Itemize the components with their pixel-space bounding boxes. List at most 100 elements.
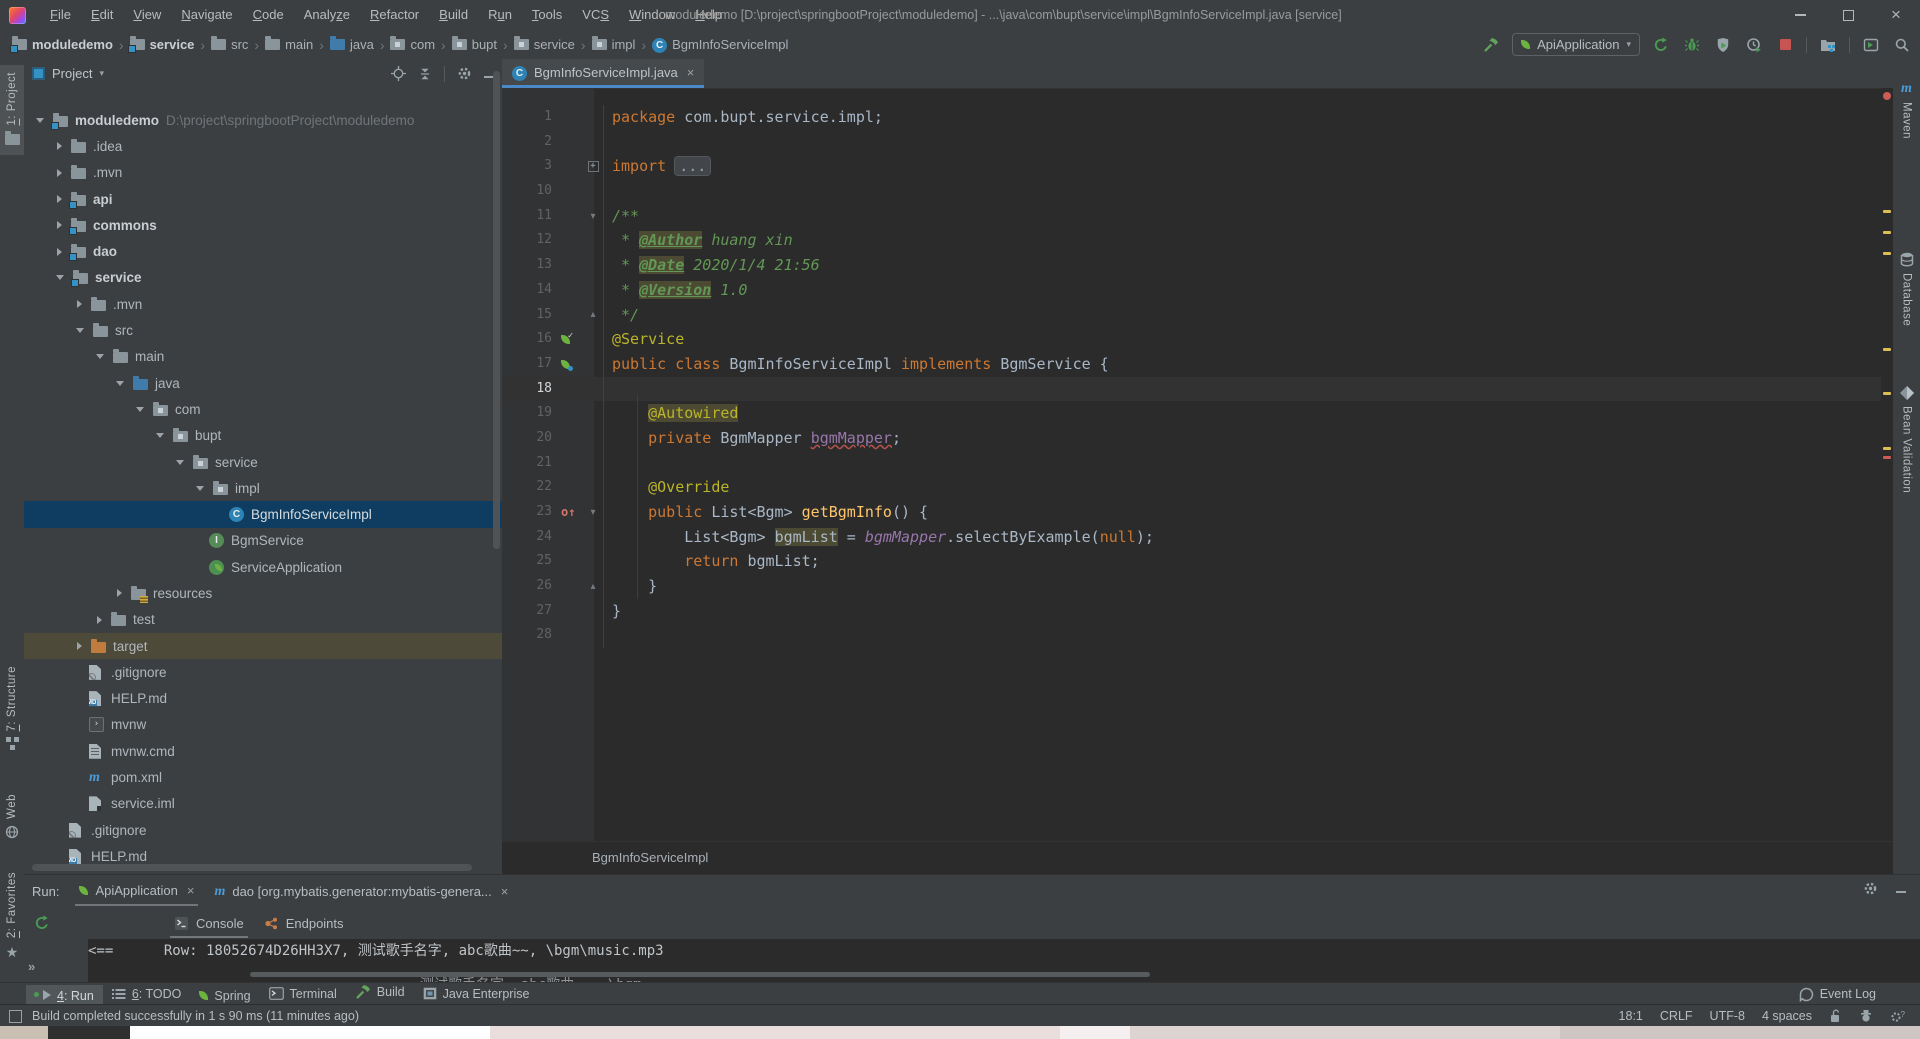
editor-breadcrumb[interactable]: BgmInfoServiceImpl [502, 841, 1893, 874]
gutter-line-19[interactable]: 19 [502, 401, 561, 426]
toolwindow-tab-build[interactable]: Build [346, 981, 414, 1003]
stripe-tab-favorites[interactable]: 2: Favorites ★ [0, 865, 24, 968]
project-panel-title[interactable]: Project [52, 66, 92, 81]
gutter-line-15[interactable]: 15 [502, 303, 561, 328]
code-line-21[interactable]: 21 [502, 450, 1881, 476]
expand-toggle[interactable] [57, 168, 62, 177]
run-anything-button[interactable] [1861, 34, 1881, 56]
inspection-mark[interactable] [1883, 447, 1891, 450]
stripe-tab-bean-validation[interactable]: Bean Validation [1893, 379, 1920, 500]
gutter-line-16[interactable]: 16 [502, 327, 561, 352]
gutter-line-23[interactable]: 23 [502, 500, 561, 525]
tree-item-.gitignore[interactable]: .gitignore [24, 659, 502, 685]
event-log-button[interactable]: Event Log [1799, 987, 1876, 1002]
inspection-mark[interactable] [1883, 348, 1891, 351]
expand-toggle[interactable] [57, 195, 62, 204]
maximize-button[interactable] [1824, 0, 1872, 30]
gutter-line-10[interactable]: 10 [502, 179, 561, 204]
expand-toggle[interactable] [57, 247, 62, 256]
tree-item-java[interactable]: java [24, 370, 502, 396]
search-everywhere-button[interactable] [1892, 34, 1912, 56]
tree-item-HELP.md[interactable]: HELP.md [24, 686, 502, 712]
expand-toggle[interactable] [97, 615, 102, 624]
tree-item-.gitignore[interactable]: .gitignore [24, 817, 502, 843]
breadcrumb-main[interactable]: main [263, 35, 315, 53]
tree-item-mvnw[interactable]: › mvnw [24, 712, 502, 738]
inspection-mark[interactable] [1883, 231, 1891, 234]
collapse-toggle[interactable] [156, 433, 164, 439]
fold-marker[interactable]: ▾ [583, 500, 604, 525]
code-line-20[interactable]: 20 private BgmMapper bgmMapper; [502, 425, 1881, 451]
close-button[interactable]: × [1872, 0, 1920, 30]
gutter-line-20[interactable]: 20 [502, 426, 561, 451]
tree-item-src[interactable]: src [24, 317, 502, 343]
code-line-11[interactable]: 11 ▾/** [502, 203, 1881, 229]
code-line-24[interactable]: 24 List<Bgm> bgmList = bgmMapper.selectB… [502, 524, 1881, 550]
debug-button[interactable] [1682, 34, 1702, 56]
tree-item-main[interactable]: main [24, 344, 502, 370]
tree-item-api[interactable]: api [24, 186, 502, 212]
expand-toggle[interactable] [57, 221, 62, 230]
breadcrumb-BgmInfoServiceImpl[interactable]: C BgmInfoServiceImpl [650, 36, 790, 53]
breadcrumb-service[interactable]: service [512, 35, 577, 53]
stripe-tab-project[interactable]: 1: Project [0, 65, 24, 155]
tree-item-service.iml[interactable]: service.iml [24, 791, 502, 817]
menu-build[interactable]: Build [429, 0, 478, 30]
build-hammer-button[interactable] [1481, 34, 1501, 56]
project-horizontal-scrollbar[interactable] [32, 864, 472, 871]
fold-marker[interactable]: ▴ [583, 574, 604, 599]
toolwindow-tab-terminal[interactable]: Terminal [260, 983, 346, 1005]
collapse-all-button[interactable] [418, 67, 432, 81]
stripe-tab-maven[interactable]: m Maven [1893, 75, 1920, 146]
inspection-mark[interactable] [1883, 252, 1891, 255]
tree-item-.idea[interactable]: .idea [24, 133, 502, 159]
toolwindow-toggle-icon[interactable] [9, 1009, 22, 1023]
menu-tools[interactable]: Tools [522, 0, 572, 30]
file-encoding[interactable]: UTF-8 [1710, 1009, 1745, 1023]
code-line-26[interactable]: 26 ▴ } [502, 574, 1881, 599]
code-line-17[interactable]: 17 public class BgmInfoServiceImpl implem… [502, 351, 1881, 377]
tree-item-service[interactable]: service [24, 265, 502, 291]
expand-toggle[interactable] [117, 589, 122, 598]
code-line-3[interactable]: 3 + import ... [502, 154, 1881, 180]
collapse-toggle[interactable] [96, 354, 104, 360]
code-line-10[interactable]: 10 [502, 179, 1881, 204]
run-tab-ApiApplication[interactable]: ApiApplication × [69, 875, 204, 907]
code-line-19[interactable]: 19 @Autowired [502, 401, 1881, 426]
menu-file[interactable]: File [40, 0, 81, 30]
editor-tab-bgminfoserviceimpl[interactable]: C BgmInfoServiceImpl.java × [502, 59, 705, 88]
gutter-line-12[interactable]: 12 [502, 228, 561, 253]
menu-code[interactable]: Code [243, 0, 294, 30]
project-vertical-scrollbar[interactable] [493, 71, 500, 549]
gutter-line-22[interactable]: 22 [502, 475, 561, 500]
code-line-22[interactable]: 22 @Override [502, 475, 1881, 500]
locate-file-button[interactable] [391, 66, 406, 81]
tree-item-ServiceApplication[interactable]: ServiceApplication [24, 554, 502, 580]
collapse-toggle[interactable] [116, 380, 124, 386]
gutter-line-1[interactable]: 1 [502, 105, 561, 130]
gutter-line-11[interactable]: 11 [502, 204, 561, 229]
close-icon[interactable]: × [501, 884, 509, 899]
stripe-tab-structure[interactable]: 7: Structure [0, 659, 24, 757]
gutter-line-24[interactable]: 24 [502, 525, 561, 550]
tree-item-service[interactable]: service [24, 449, 502, 475]
stripe-tab-database[interactable]: Database [1893, 245, 1920, 333]
collapse-toggle[interactable] [196, 485, 204, 491]
menu-vcs[interactable]: VCS [572, 0, 619, 30]
code-line-25[interactable]: 25 return bgmList; [502, 549, 1881, 575]
gutter-line-2[interactable]: 2 [502, 130, 561, 155]
code-line-14[interactable]: 14 * @Version 1.0 [502, 277, 1881, 303]
coverage-button[interactable] [1713, 34, 1733, 56]
line-ending[interactable]: CRLF [1660, 1009, 1693, 1023]
code-line-27[interactable]: 27} [502, 598, 1881, 624]
gutter-line-13[interactable]: 13 [502, 253, 561, 278]
tree-item-resources[interactable]: resources [24, 580, 502, 606]
rerun-button[interactable] [1651, 34, 1671, 56]
close-icon[interactable]: × [687, 65, 695, 80]
code-line-13[interactable]: 13 * @Date 2020/1/4 21:56 [502, 253, 1881, 278]
tree-item-BgmService[interactable]: I BgmService [24, 528, 502, 554]
gear-icon[interactable] [457, 66, 472, 81]
console-output[interactable]: <== Row: 18052674D26HH3X7, 测试歌手名字, abc歌曲… [88, 939, 1920, 983]
code-line-15[interactable]: 15 ▴ */ [502, 302, 1881, 328]
caret-position[interactable]: 18:1 [1619, 1009, 1643, 1023]
